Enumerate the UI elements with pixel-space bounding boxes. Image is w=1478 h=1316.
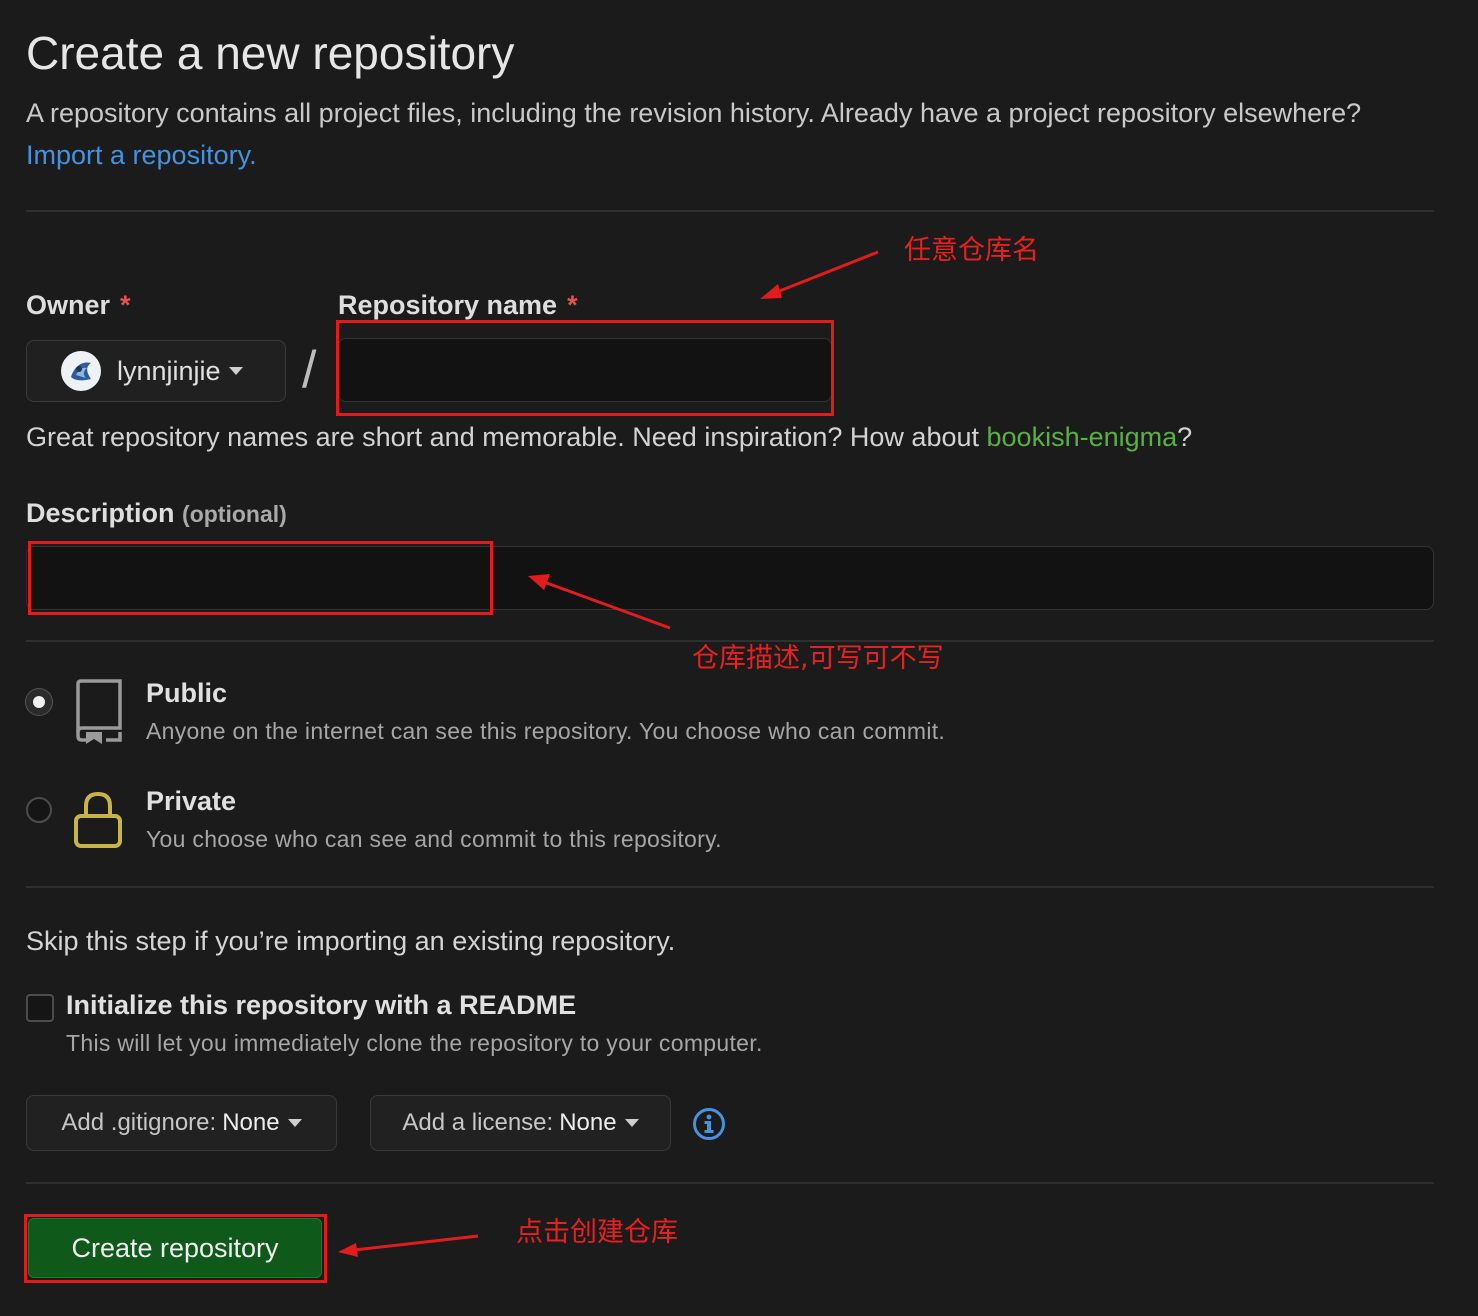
repository-name-input[interactable] [338, 338, 832, 402]
readme-checkbox[interactable] [26, 994, 54, 1022]
owner-dropdown[interactable]: lynnjinjie [26, 340, 286, 402]
repo-name-label-text: Repository name [338, 290, 558, 320]
owner-name: lynnjinjie [117, 355, 221, 386]
intro-text: A repository contains all project files,… [26, 98, 1362, 128]
skip-step-text: Skip this step if you’re importing an ex… [26, 926, 676, 956]
lock-icon [74, 791, 122, 848]
visibility-private-radio[interactable] [26, 797, 52, 823]
required-mark: * [567, 290, 578, 320]
name-hint-text: Great repository names are short and mem… [26, 422, 979, 452]
owner-label: Owner * [26, 290, 131, 321]
annotation-arrow-icon [528, 574, 671, 630]
repo-book-icon [76, 679, 122, 744]
optional-tag: (optional) [182, 501, 287, 527]
caret-down-icon [624, 1119, 639, 1127]
private-title: Private [146, 786, 237, 816]
divider [26, 886, 1434, 888]
annotation-arrow-icon [760, 250, 879, 299]
public-description: Anyone on the internet can see this repo… [146, 718, 946, 744]
divider [26, 1182, 1434, 1184]
readme-title: Initialize this repository with a README [66, 990, 577, 1020]
caret-down-icon [228, 367, 243, 375]
repo-name-label: Repository name * [338, 290, 578, 321]
gitignore-label: Add .gitignore: [61, 1109, 217, 1136]
public-title: Public [146, 678, 228, 708]
description-label-text: Description [26, 498, 175, 528]
owner-repo-separator: / [302, 341, 317, 399]
annotation-arrow-icon [338, 1234, 479, 1257]
import-repository-link[interactable]: Import a repository. [26, 140, 257, 170]
create-repository-button[interactable]: Create repository [28, 1218, 322, 1278]
divider [26, 640, 1434, 642]
avatar [61, 351, 101, 391]
license-value: None [559, 1109, 617, 1136]
license-dropdown[interactable]: Add a license: None [370, 1095, 671, 1151]
description-label: Description (optional) [26, 498, 287, 529]
page-intro: A repository contains all project files,… [26, 92, 1406, 176]
name-hint-suffix: ? [1177, 422, 1193, 452]
divider [26, 210, 1434, 212]
caret-down-icon [287, 1119, 302, 1127]
page-title: Create a new repository [26, 27, 515, 79]
private-description: You choose who can see and commit to thi… [146, 826, 722, 852]
license-label: Add a license: [402, 1109, 554, 1136]
gitignore-dropdown[interactable]: Add .gitignore: None [26, 1095, 337, 1151]
required-mark: * [120, 290, 131, 320]
info-icon[interactable] [692, 1107, 726, 1141]
name-suggestion-link[interactable]: bookish-enigma [987, 422, 1178, 452]
description-input[interactable] [26, 546, 1434, 610]
readme-description: This will let you immediately clone the … [66, 1030, 763, 1056]
visibility-public-radio[interactable] [26, 689, 52, 715]
name-hint: Great repository names are short and mem… [26, 422, 1192, 453]
gitignore-value: None [222, 1109, 280, 1136]
annotation-repo-name: 任意仓库名 [904, 235, 1039, 266]
annotation-create: 点击创建仓库 [516, 1217, 678, 1248]
owner-label-text: Owner [26, 290, 111, 320]
